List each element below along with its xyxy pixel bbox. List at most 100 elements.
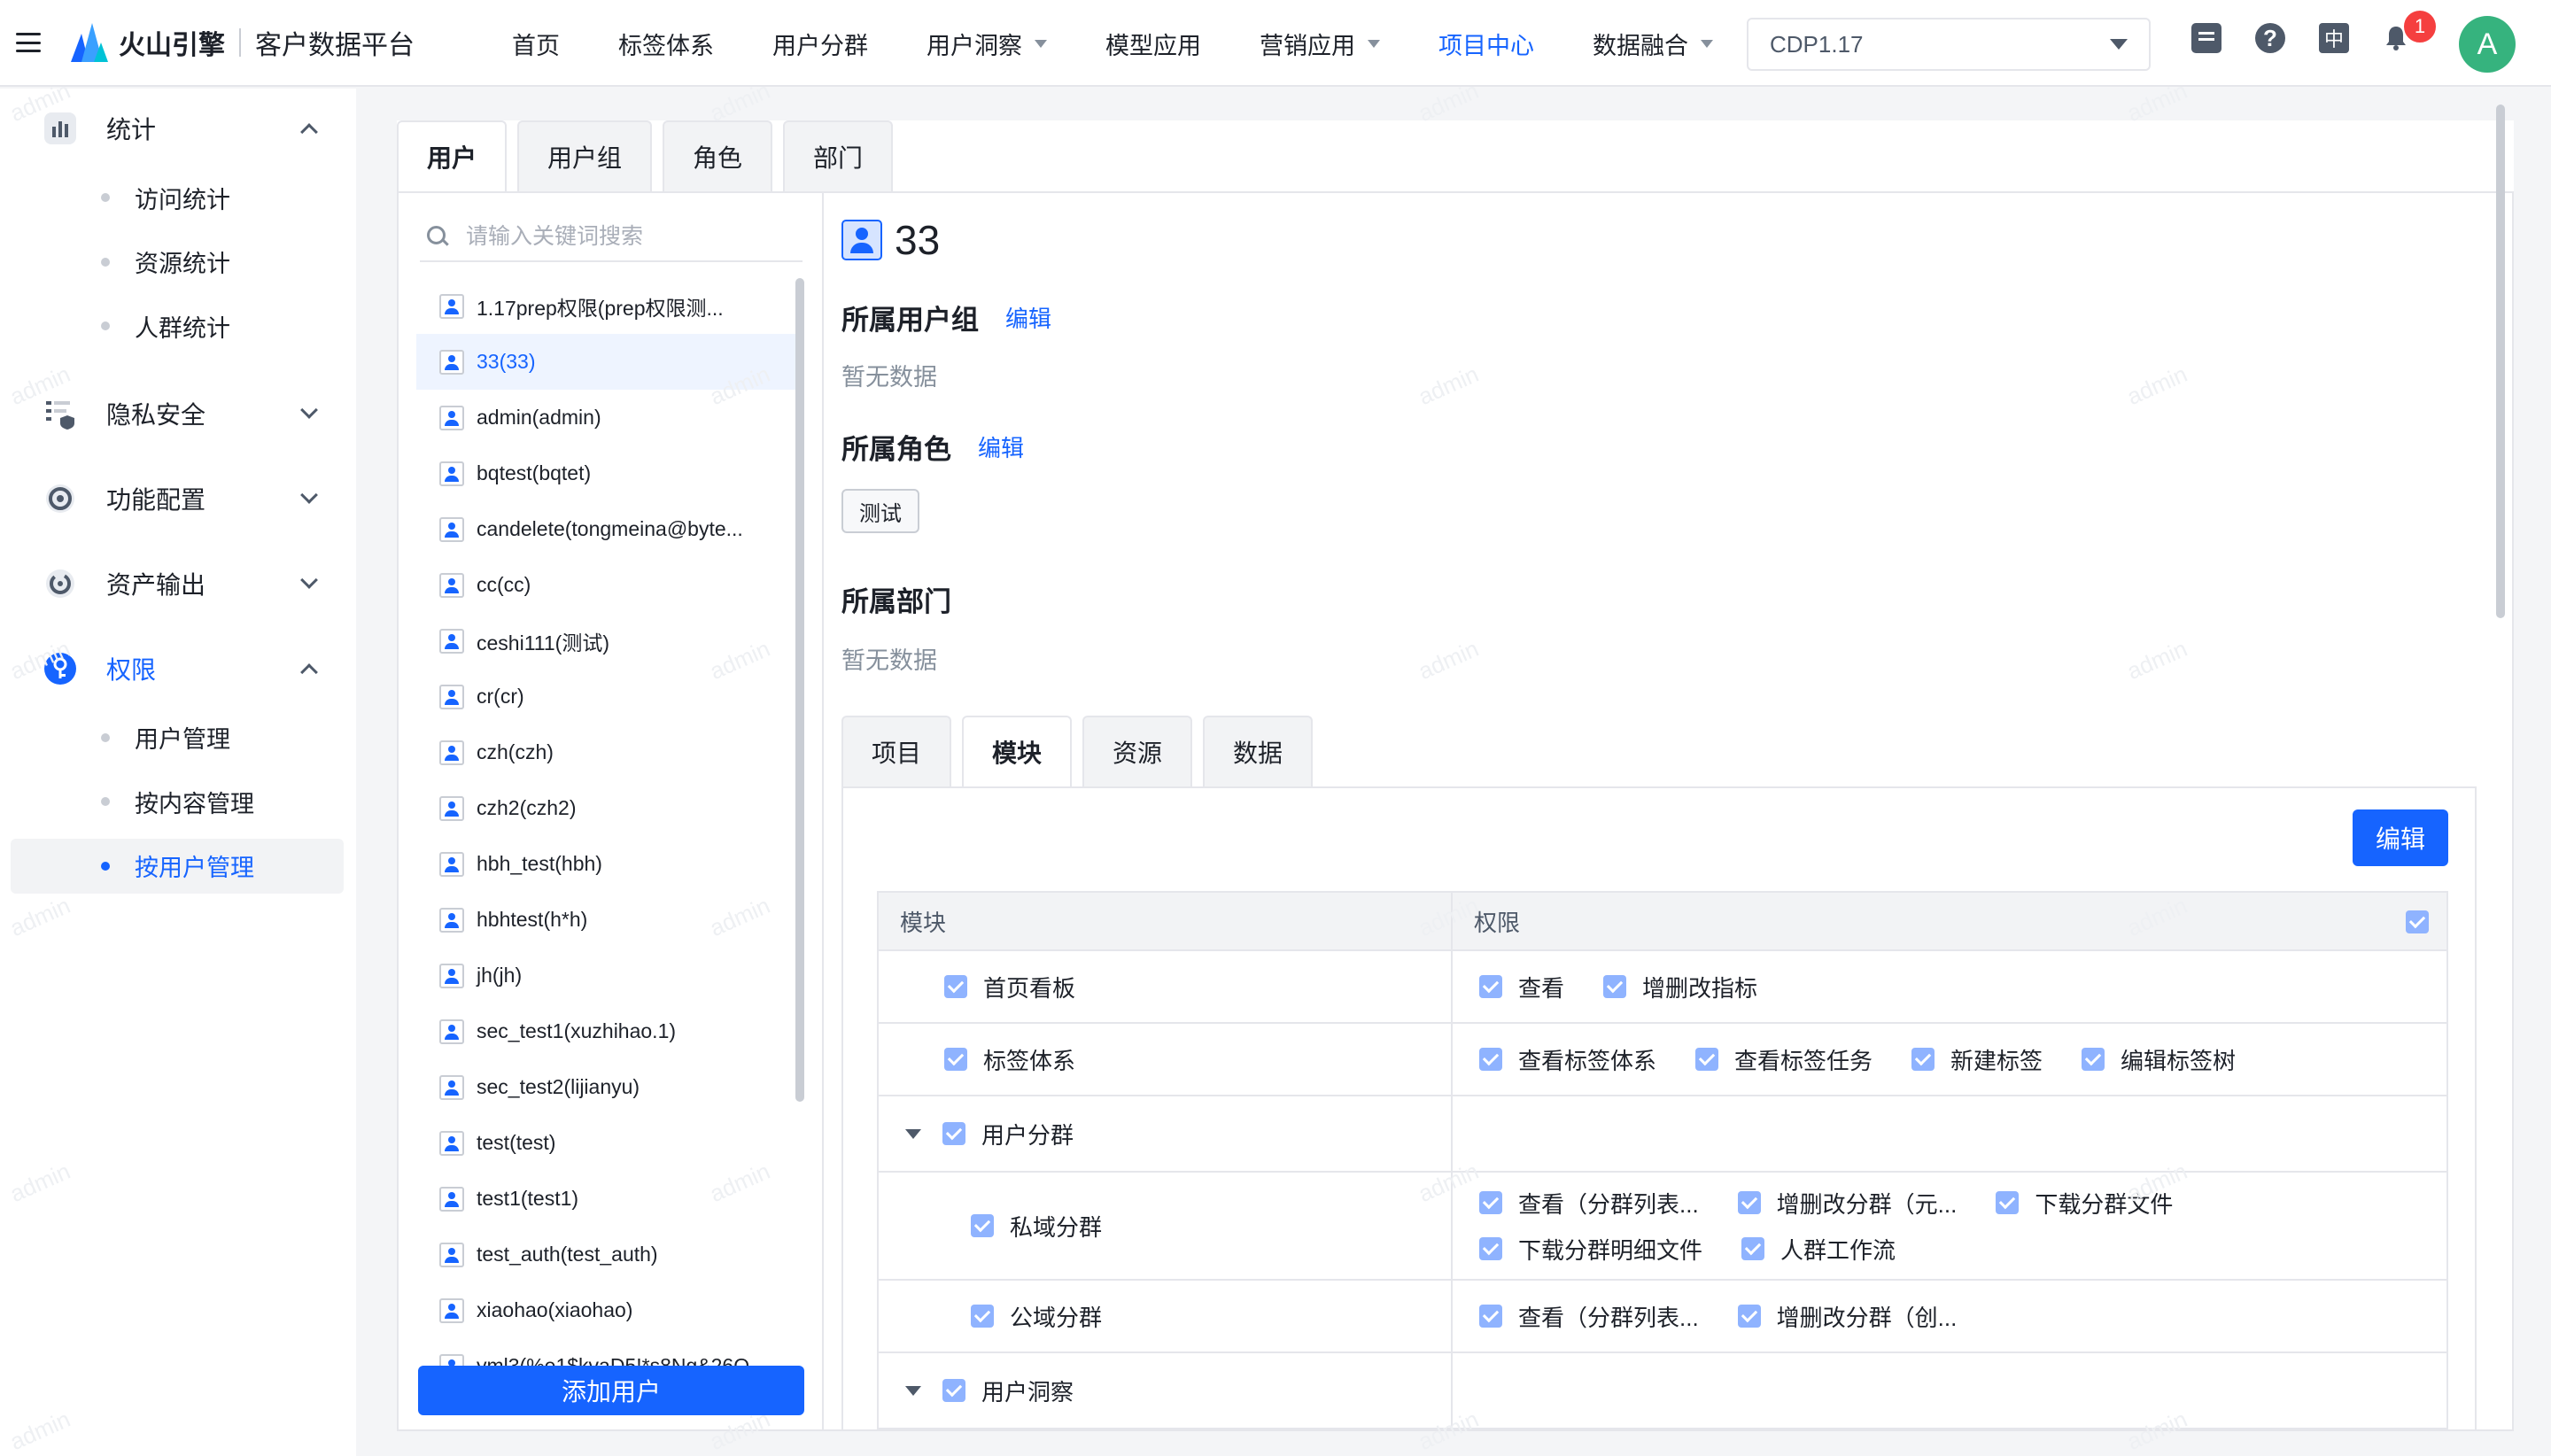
user-group-section-title: 所属用户组 编辑 (841, 298, 1051, 337)
permission-checkbox[interactable] (1996, 1191, 2020, 1214)
nav-item-2[interactable]: 用户分群 (772, 27, 868, 61)
sidebar-group-1[interactable]: 隐私安全 (0, 383, 356, 445)
user-list-item[interactable]: sec_test1(xuzhihao.1) (416, 1003, 799, 1059)
module-checkbox[interactable] (942, 1379, 965, 1402)
sub-tab-1[interactable]: 模块 (962, 716, 1073, 786)
user-list-item-label: czh(czh) (477, 740, 554, 763)
user-list-item[interactable]: test(test) (416, 1115, 799, 1171)
add-user-button[interactable]: 添加用户 (418, 1366, 804, 1415)
sidebar-item-0-2[interactable]: 人群统计 (11, 298, 344, 353)
permission-checkbox[interactable] (1737, 1191, 1761, 1214)
select-all-checkbox[interactable] (2406, 910, 2429, 933)
detail-header: 33 (841, 216, 940, 264)
tab-1[interactable]: 用户组 (517, 120, 653, 191)
env-select[interactable]: CDP1.17 (1747, 18, 2151, 71)
user-list-item[interactable]: xiaohao(xiaohao) (416, 1282, 799, 1338)
permission-table: 模块 权限 首页看板 查看 增删改指标 标签体系 查看标签体系 查看标签任务 新建标签 编辑标… (877, 891, 2448, 1429)
department-section-title: 所属部门 (841, 579, 951, 619)
expand-triangle-icon[interactable] (905, 1128, 921, 1139)
sidebar-item-0-0[interactable]: 访问统计 (11, 170, 344, 225)
sidebar-group-0[interactable]: 统计 (0, 97, 356, 159)
user-list-item[interactable]: cr(cr) (416, 669, 799, 724)
user-list-scrollbar[interactable] (795, 278, 804, 1102)
sidebar-item-4-1[interactable]: 按内容管理 (11, 774, 344, 829)
user-list-item[interactable]: ceshi111(测试) (416, 613, 799, 669)
permission-label: 查看 (1518, 974, 1565, 1002)
user-list-item[interactable]: hbhtest(h*h) (416, 892, 799, 948)
sidebar-item-0-1[interactable]: 资源统计 (11, 235, 344, 290)
permission-checkbox[interactable] (1603, 975, 1627, 998)
table-row: 用户分群 (879, 1096, 2446, 1173)
user-list-item[interactable]: test_auth(test_auth) (416, 1227, 799, 1282)
module-checkbox[interactable] (942, 1122, 965, 1145)
module-checkbox[interactable] (971, 1214, 994, 1237)
sidebar-group-2[interactable]: 功能配置 (0, 468, 356, 530)
language-icon[interactable]: 中 (2319, 23, 2349, 53)
sidebar-group-4[interactable]: 权限 (0, 638, 356, 700)
user-list-panel: 1.17prep权限(prep权限测... 33(33) admin(admin) b… (397, 191, 822, 1431)
sub-tab-0[interactable]: 项目 (841, 716, 952, 786)
user-list-item-label: candelete(tongmeina@byte... (477, 517, 743, 540)
search-input[interactable] (466, 223, 803, 250)
user-list-item[interactable]: hbh_test(hbh) (416, 836, 799, 892)
user-list-item[interactable]: bqtest(bqtet) (416, 445, 799, 501)
permission-checkbox[interactable] (1741, 1237, 1765, 1260)
tab-3[interactable]: 部门 (783, 120, 894, 191)
module-checkbox[interactable] (944, 1048, 967, 1071)
permission-checkbox[interactable] (1479, 1237, 1502, 1260)
user-list-item[interactable]: 33(33) (416, 334, 799, 390)
user-list-item[interactable]: czh(czh) (416, 724, 799, 780)
sidebar-item-4-0[interactable]: 用户管理 (11, 710, 344, 765)
menu-icon[interactable] (16, 33, 41, 52)
nav-item-3[interactable]: 用户洞察 (927, 27, 1047, 61)
logo[interactable]: 火山引擎 客户数据平台 (69, 21, 415, 64)
permission-checkbox[interactable] (1479, 1048, 1502, 1071)
permission-item: 增删改分群（创... (1737, 1298, 1957, 1334)
tab-0[interactable]: 用户 (397, 120, 508, 191)
nav-item-5[interactable]: 营销应用 (1260, 27, 1380, 61)
help-icon[interactable]: ? (2255, 23, 2285, 53)
nav-item-label: 项目中心 (1438, 32, 1534, 59)
nav-item-6[interactable]: 项目中心 (1438, 27, 1534, 61)
tab-2[interactable]: 角色 (663, 120, 773, 191)
permission-checkbox[interactable] (1911, 1048, 1935, 1071)
sidebar-group-3[interactable]: 资产输出 (0, 553, 356, 615)
chevron-down-icon (300, 570, 318, 589)
permission-checkbox[interactable] (1479, 1305, 1502, 1328)
permission-checkbox[interactable] (1695, 1048, 1719, 1071)
edit-role-link[interactable]: 编辑 (978, 430, 1024, 463)
edit-user-group-link[interactable]: 编辑 (1005, 301, 1051, 334)
message-icon[interactable] (2191, 23, 2221, 53)
permission-checkbox[interactable] (1479, 1191, 1502, 1214)
module-checkbox[interactable] (944, 975, 967, 998)
permission-checkbox[interactable] (1737, 1305, 1761, 1328)
user-list-item[interactable]: czh2(czh2) (416, 780, 799, 836)
user-list-item[interactable]: admin(admin) (416, 390, 799, 445)
user-list-item[interactable]: 1.17prep权限(prep权限测... (416, 278, 799, 334)
nav-item-4[interactable]: 模型应用 (1105, 27, 1201, 61)
permission-item: 新建标签 (1911, 1042, 2043, 1077)
detail-scrollbar[interactable] (2496, 105, 2505, 618)
edit-permissions-button[interactable]: 编辑 (2353, 809, 2448, 866)
nav-item-0[interactable]: 首页 (512, 27, 560, 61)
sidebar-item-4-2[interactable]: 按用户管理 (11, 838, 344, 894)
user-list-item[interactable]: test1(test1) (416, 1171, 799, 1227)
sub-tab-3[interactable]: 数据 (1203, 716, 1314, 786)
user-list-item-label: sec_test2(lijianyu) (477, 1075, 640, 1098)
module-checkbox[interactable] (971, 1305, 994, 1328)
user-list-item[interactable]: cc(cc) (416, 557, 799, 613)
permission-item: 查看 (1479, 969, 1564, 1004)
sub-tab-2[interactable]: 资源 (1082, 716, 1193, 786)
nav-item-7[interactable]: 数据融合 (1593, 27, 1713, 61)
user-list-item[interactable]: sec_test2(lijianyu) (416, 1059, 799, 1115)
nav-item-label: 用户分群 (772, 32, 868, 59)
expand-triangle-icon[interactable] (905, 1385, 921, 1396)
permission-checkbox[interactable] (2082, 1048, 2105, 1071)
avatar[interactable]: A (2459, 16, 2516, 73)
nav-item-1[interactable]: 标签体系 (618, 27, 714, 61)
module-cell: 公域分群 (879, 1281, 1453, 1351)
user-list-item[interactable]: candelete(tongmeina@byte... (416, 501, 799, 557)
user-list-item[interactable]: jh(jh) (416, 948, 799, 1003)
permission-checkbox[interactable] (1479, 975, 1502, 998)
sidebar: 统计访问统计资源统计人群统计隐私安全功能配置资产输出权限用户管理按内容管理按用户… (0, 89, 356, 1456)
